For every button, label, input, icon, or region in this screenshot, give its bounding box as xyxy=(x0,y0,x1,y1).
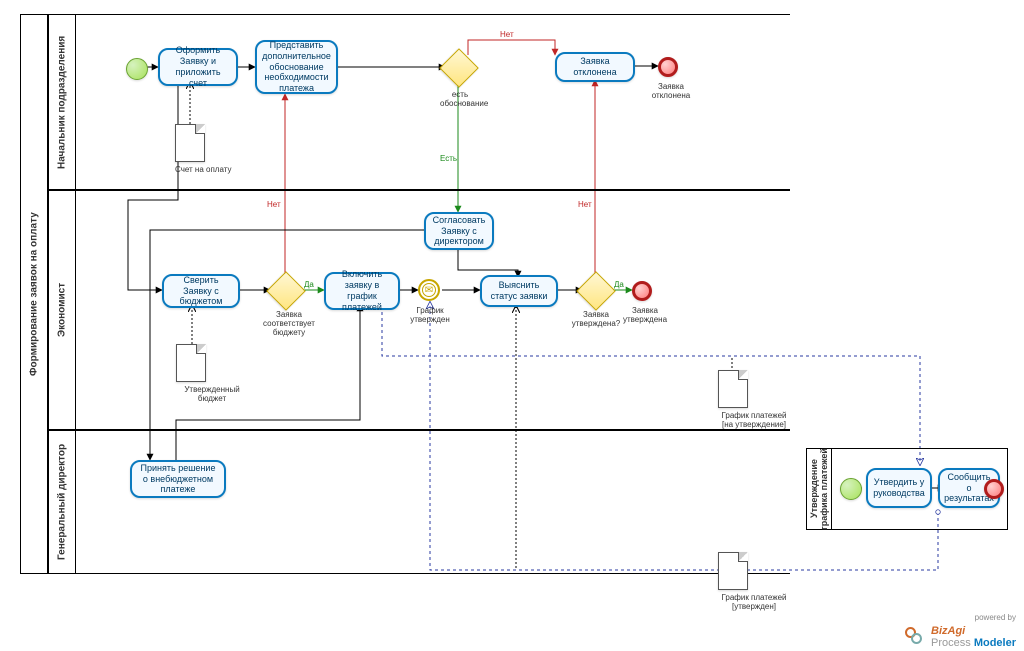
lane1-title: Начальник подразделения xyxy=(48,14,76,190)
gateway-label-g2: Заявка соответствует бюджету xyxy=(256,310,322,338)
gateway-label-g3: Заявка утверждена? xyxy=(566,310,626,328)
end-event-subprocess xyxy=(984,479,1004,499)
lane2-title: Экономист xyxy=(48,190,76,430)
start-event-lane1 xyxy=(126,58,148,80)
data-object-label-budget: Утвержденный бюджет xyxy=(176,385,248,403)
data-object-schet: Счет на оплату xyxy=(175,124,232,174)
task-vkluchit-grafik: Включить заявку в график платежей xyxy=(324,272,400,310)
footer-biz: BizAgi xyxy=(931,625,965,637)
task-oformit-zayavku: Оформить Заявку и приложить счет xyxy=(158,48,238,86)
data-object-label-schet: Счет на оплату xyxy=(175,165,232,174)
flow-label-est-g1: Есть xyxy=(440,154,457,163)
document-icon xyxy=(718,552,748,590)
footer-modeler: Modeler xyxy=(974,637,1016,649)
task-zayavka-otklonena: Заявка отклонена xyxy=(555,52,635,82)
intermediate-event-grafik-utverzhden: ✉ xyxy=(418,279,440,301)
flow-label-net-g1: Нет xyxy=(500,30,514,39)
data-object-utv-budget: Утвержденный бюджет xyxy=(176,344,248,403)
data-object-label-d4: График платежей [утвержден] xyxy=(718,593,790,611)
pool-title: Формирование заявок на оплату xyxy=(20,14,48,574)
bpmn-canvas: Формирование заявок на оплату Начальник … xyxy=(0,0,1024,651)
task-predstavit-obosnovanie: Представить дополнительное обоснование н… xyxy=(255,40,338,94)
lane1-frame xyxy=(48,14,790,190)
lane3-frame xyxy=(48,430,790,574)
flow-label-da-g3: Да xyxy=(614,280,624,289)
footer-logo: powered by BizAgi Process Modeler xyxy=(905,625,1016,649)
interm-label: График утвержден xyxy=(408,306,452,324)
task-sverit-budget: Сверить Заявку с бюджетом xyxy=(162,274,240,308)
end-event-zayavka-utverzhdena xyxy=(632,281,652,301)
footer-text: BizAgi Process Modeler xyxy=(931,625,1016,649)
lane3-title: Генеральный директор xyxy=(48,430,76,574)
footer-pm: Process xyxy=(931,637,974,649)
gateway-label-g1: есть обоснование xyxy=(440,90,480,108)
end-label-1: Заявка отклонена xyxy=(648,82,694,100)
data-object-grafik-na-utv: График платежей [на утверждение] xyxy=(718,370,790,429)
end-label-2: Заявка утверждена xyxy=(618,306,672,324)
document-icon xyxy=(718,370,748,408)
flow-label-net-g2: Нет xyxy=(267,200,281,209)
document-icon xyxy=(175,124,205,162)
flow-label-net-g3: Нет xyxy=(578,200,592,209)
footer-powered-by: powered by xyxy=(975,613,1016,622)
data-object-label-d3: График платежей [на утверждение] xyxy=(718,411,790,429)
task-utverdit-rukovodstvo: Утвердить у руководства xyxy=(866,468,932,508)
flow-label-da-g2: Да xyxy=(304,280,314,289)
subprocess-pool-title: Утверждение графика платежей xyxy=(806,448,832,530)
data-object-grafik-utv: График платежей [утвержден] xyxy=(718,552,790,611)
bizagi-logo-icon xyxy=(905,627,925,647)
task-soglasovat-direktorom: Согласовать Заявку с директором xyxy=(424,212,494,250)
end-event-zayavka-otklonena xyxy=(658,57,678,77)
document-icon xyxy=(176,344,206,382)
task-vyyasnit-status: Выяснить статус заявки xyxy=(480,275,558,307)
task-prinyat-reshenie: Принять решение о внебюджетном платеже xyxy=(130,460,226,498)
start-event-subprocess xyxy=(840,478,862,500)
